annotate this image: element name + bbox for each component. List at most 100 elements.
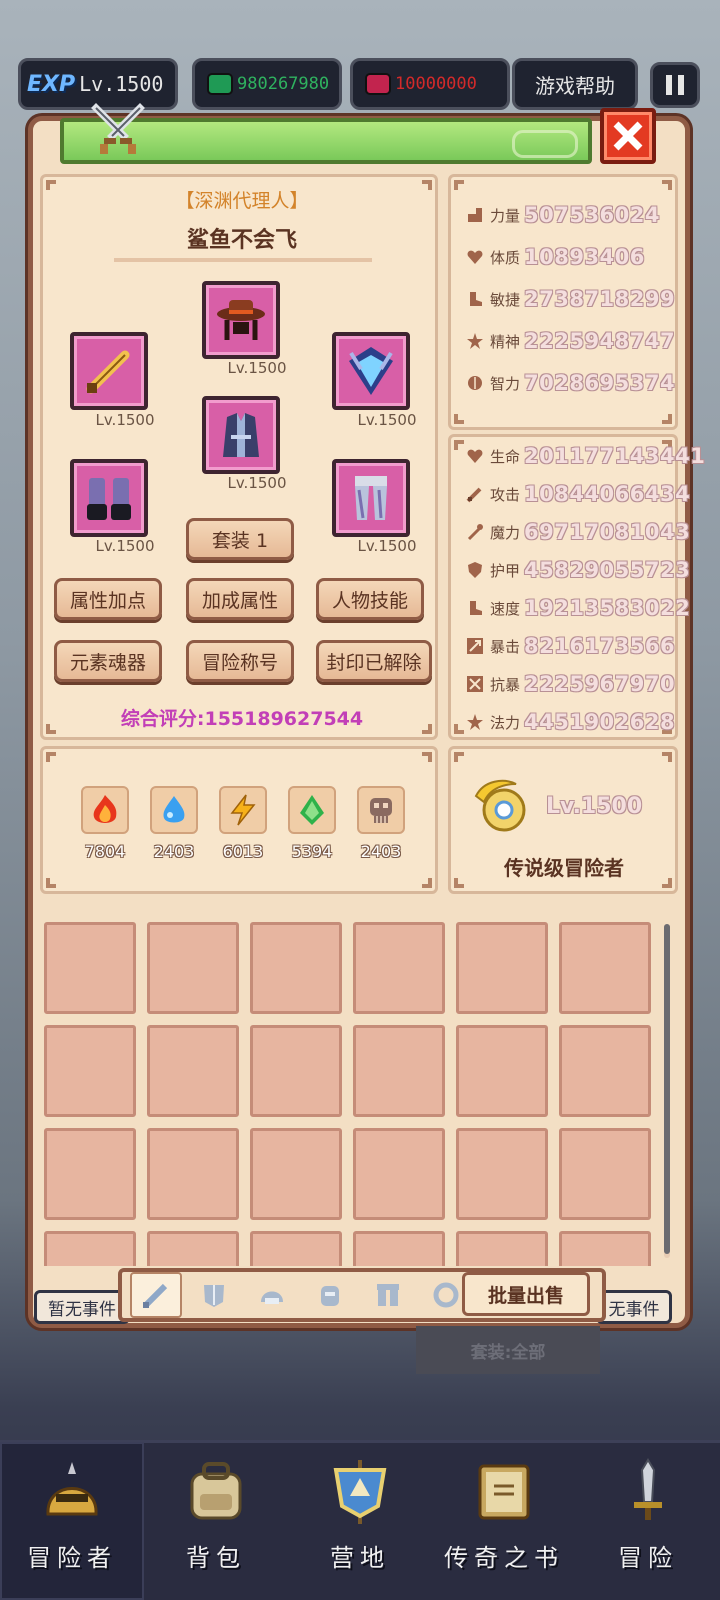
stat-value: 8216173566 xyxy=(524,634,676,658)
water-element[interactable] xyxy=(150,786,198,834)
stat-label: 法力 xyxy=(490,713,521,732)
stat-label: 精神 xyxy=(490,332,521,351)
inventory-slot[interactable] xyxy=(353,1231,445,1266)
stat-mana: 法力 4451902628 xyxy=(466,707,675,737)
close-button[interactable] xyxy=(600,108,656,164)
inventory-slot[interactable] xyxy=(559,1128,651,1220)
tab-helmets[interactable] xyxy=(246,1272,298,1318)
inventory-slot[interactable] xyxy=(44,1231,136,1266)
character-skills-button[interactable]: 人物技能 xyxy=(316,578,424,620)
nav-label: 冒险者 xyxy=(27,1544,117,1572)
stat-magic: 魔力 69717081043 xyxy=(466,517,690,547)
fire-icon xyxy=(93,795,117,823)
inventory-slot[interactable] xyxy=(456,1128,548,1220)
tab-weapons[interactable] xyxy=(130,1272,182,1318)
equip-slot-pants[interactable] xyxy=(332,459,410,537)
stat-value: 201177143441 xyxy=(524,444,706,468)
stat-value: 7028695374 xyxy=(524,371,676,395)
equipment-set-button[interactable]: 套装 1 xyxy=(186,518,294,560)
heart-icon xyxy=(467,449,483,463)
inventory-slot[interactable] xyxy=(559,1231,651,1266)
inventory-slot[interactable] xyxy=(44,922,136,1014)
crit-arrow-icon xyxy=(467,638,483,654)
stat-label: 抗暴 xyxy=(490,675,521,694)
inventory-slot[interactable] xyxy=(147,1231,239,1266)
adventure-title-button[interactable]: 冒险称号 xyxy=(186,640,294,682)
thunder-element[interactable] xyxy=(219,786,267,834)
heart-icon xyxy=(467,250,483,264)
water-drop-icon xyxy=(163,796,185,823)
inventory-slot[interactable] xyxy=(353,1025,445,1117)
stat-agility: 敏捷 2738718299 xyxy=(466,284,675,314)
bonus-attributes-button[interactable]: 加成属性 xyxy=(186,578,294,620)
wood-element[interactable] xyxy=(288,786,336,834)
inventory-slot[interactable] xyxy=(353,1128,445,1220)
boot-icon xyxy=(470,292,482,306)
bulk-sell-button[interactable]: 批量出售 xyxy=(462,1272,590,1316)
equip-slot-armor[interactable] xyxy=(202,396,280,474)
inventory-slot[interactable] xyxy=(44,1025,136,1117)
element-soul-button[interactable]: 元素魂器 xyxy=(54,640,162,682)
dark-element[interactable] xyxy=(357,786,405,834)
stat-crit: 暴击 8216173566 xyxy=(466,631,675,661)
amulet-level: Lv.1500 xyxy=(357,411,417,429)
star-icon xyxy=(467,714,483,730)
seal-released-button[interactable]: 封印已解除 xyxy=(316,640,432,682)
stat-value: 2225967970 xyxy=(524,672,676,696)
adventure-sword-icon xyxy=(634,1458,662,1520)
cowboy-hat-icon xyxy=(217,300,265,340)
nav-legend-book[interactable]: 传奇之书 xyxy=(432,1442,576,1600)
set-filter-dropdown[interactable]: 套装:全部 xyxy=(416,1326,600,1374)
inventory-slot[interactable] xyxy=(147,1025,239,1117)
inventory-slot[interactable] xyxy=(250,1231,342,1266)
equip-slot-amulet[interactable] xyxy=(332,332,410,410)
inventory-slot[interactable] xyxy=(456,1025,548,1117)
equip-slot-helmet[interactable] xyxy=(202,281,280,359)
inventory-slot[interactable] xyxy=(147,922,239,1014)
helmet-level: Lv.1500 xyxy=(227,359,287,377)
pause-button[interactable] xyxy=(650,62,700,108)
inventory-slot[interactable] xyxy=(559,922,651,1014)
tab-armor[interactable] xyxy=(188,1272,240,1318)
fire-element[interactable] xyxy=(81,786,129,834)
stat-intelligence: 智力 7028695374 xyxy=(466,368,675,398)
nav-adventurer[interactable]: 冒险者 xyxy=(0,1442,144,1600)
equip-slot-gloves[interactable] xyxy=(70,459,148,537)
game-help-button[interactable]: 游戏帮助 xyxy=(512,58,638,110)
tab-gloves[interactable] xyxy=(304,1272,356,1318)
pants-tab-icon xyxy=(377,1284,399,1306)
sword-tab-icon xyxy=(142,1283,168,1309)
stat-label: 敏捷 xyxy=(490,290,521,309)
thunder-value: 6013 xyxy=(222,842,264,861)
inventory-slot[interactable] xyxy=(44,1128,136,1220)
stat-attack: 攻击 10844066434 xyxy=(466,479,690,509)
player-level: Lv.1500 xyxy=(79,72,164,96)
inventory-slot[interactable] xyxy=(147,1128,239,1220)
weapon-level: Lv.1500 xyxy=(95,411,155,429)
attribute-points-button[interactable]: 属性加点 xyxy=(54,578,162,620)
inventory-slot[interactable] xyxy=(559,1025,651,1117)
nav-label: 营地 xyxy=(330,1544,390,1572)
stat-value: 2225948747 xyxy=(524,329,676,353)
staff-icon xyxy=(467,524,483,541)
rank-level: Lv.1500 xyxy=(546,794,643,819)
equip-slot-weapon[interactable] xyxy=(70,332,148,410)
inventory-slot[interactable] xyxy=(456,1231,548,1266)
stat-value: 19213583022 xyxy=(524,596,691,620)
inventory-slot[interactable] xyxy=(456,922,548,1014)
crystal-amulet-icon xyxy=(349,347,393,395)
inventory-slot[interactable] xyxy=(250,922,342,1014)
tab-pants[interactable] xyxy=(362,1272,414,1318)
event-tag-left: 暂无事件 xyxy=(34,1290,130,1324)
exp-badge-icon: EXP xyxy=(27,71,76,97)
inventory-slot[interactable] xyxy=(353,922,445,1014)
inventory-slot[interactable] xyxy=(250,1025,342,1117)
nav-camp[interactable]: 营地 xyxy=(288,1442,432,1600)
nav-backpack[interactable]: 背包 xyxy=(144,1442,288,1600)
stat-armor: 护甲 45829055723 xyxy=(466,555,690,585)
leggings-icon xyxy=(355,476,387,520)
inventory-scrollbar-thumb[interactable] xyxy=(664,924,670,1254)
inventory-slot[interactable] xyxy=(250,1128,342,1220)
stat-label: 智力 xyxy=(490,374,521,393)
nav-adventure[interactable]: 冒险 xyxy=(576,1442,720,1600)
